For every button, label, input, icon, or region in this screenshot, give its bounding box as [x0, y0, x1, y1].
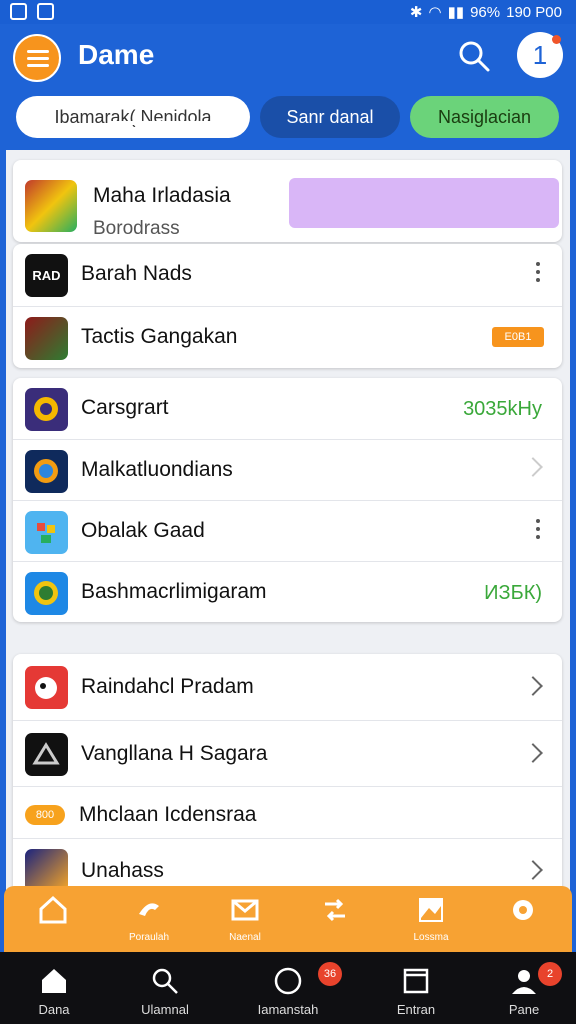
share-action[interactable] — [300, 894, 370, 932]
chevron-right-icon[interactable] — [523, 457, 543, 477]
list-item-label: Bashmacrlimigaram — [81, 580, 267, 603]
list-card-2: Carsgrart 3035kHy Malkatluondians Obalak… — [13, 378, 562, 622]
nav-circle[interactable]: Iamanstah 36 — [238, 962, 342, 1017]
notification-dot — [552, 35, 561, 44]
list-item-label: Obalak Gaad — [81, 519, 205, 542]
settings-action[interactable] — [488, 894, 558, 932]
wifi-icon: ◠ — [428, 4, 442, 21]
content-list[interactable]: Maha Irladasia Borodrass RAD Barah Nads … — [6, 150, 570, 890]
list-item[interactable]: Obalak Gaad — [13, 500, 562, 563]
app-icon — [25, 388, 68, 431]
gear-icon — [513, 900, 533, 920]
signal-icon: ▮▮ — [447, 4, 465, 21]
nav-badge: 36 — [318, 962, 342, 986]
list-item-label: Mhclaan Icdensraa — [79, 803, 257, 826]
user-icon — [512, 970, 536, 994]
tag-badge: E0B1 — [492, 327, 544, 347]
bottom-nav: Dana Ulamnal Iamanstah 36 Entran Pane 2 — [0, 952, 576, 1024]
mail-icon — [231, 899, 259, 921]
gallery-action[interactable]: Lossma — [396, 894, 466, 943]
featured-card[interactable]: Maha Irladasia Borodrass — [13, 160, 562, 242]
bluetooth-icon: ✱ — [409, 4, 423, 21]
list-item-label: Malkatluondians — [81, 458, 233, 481]
app-title: Dame — [78, 39, 155, 70]
app-icon — [25, 317, 68, 360]
tab-indicator — [110, 121, 237, 125]
nav-badge: 2 — [538, 962, 562, 986]
list-item[interactable]: Raindahcl Pradam — [13, 654, 562, 720]
chevron-right-icon[interactable] — [523, 860, 543, 880]
profile-avatar[interactable]: 1 — [517, 32, 563, 78]
clock: 190 P00 — [506, 3, 562, 21]
list-item-label: Tactis Gangakan — [81, 325, 238, 348]
search-icon — [152, 968, 178, 994]
nav-home[interactable]: Dana — [4, 966, 104, 1017]
menu-button[interactable] — [13, 34, 61, 82]
list-item[interactable]: Unahass — [13, 838, 562, 890]
promo-banner[interactable] — [289, 178, 559, 228]
tab-primary[interactable]: Ibamarak( Nenidola — [16, 96, 250, 138]
window-icon — [403, 968, 429, 994]
battery-text: 96% — [470, 3, 501, 21]
home-action[interactable] — [18, 894, 88, 932]
list-item-label: Barah Nads — [81, 262, 192, 285]
app-icon — [25, 511, 68, 554]
list-card-3: Raindahcl Pradam Vangllana H Sagara 800 … — [13, 654, 562, 890]
list-item[interactable]: Vangllana H Sagara — [13, 720, 562, 787]
home-icon — [39, 895, 67, 924]
mail-action[interactable]: Naenal — [210, 894, 280, 943]
list-item-label: Raindahcl Pradam — [81, 675, 254, 698]
action-bar: Poraulah Naenal Lossma — [4, 886, 572, 952]
app-icon — [25, 666, 68, 709]
tab-secondary[interactable]: Sanr danal — [260, 96, 400, 138]
tab-tertiary[interactable]: Nasiglacian — [410, 96, 559, 138]
list-item[interactable]: 800 Mhclaan Icdensraa — [13, 786, 562, 839]
featured-title: Maha Irladasia — [93, 184, 231, 207]
avatar-initial: 1 — [532, 40, 548, 70]
circle-icon — [274, 967, 302, 995]
gallery-icon — [37, 3, 54, 20]
nav-recent[interactable]: Entran — [366, 966, 466, 1017]
notification-icon — [10, 3, 27, 20]
list-item-label: Vangllana H Sagara — [81, 742, 268, 765]
featured-app-icon — [25, 180, 77, 232]
list-card-1: RAD Barah Nads Tactis Gangakan E0B1 — [13, 244, 562, 368]
count-pill: 800 — [25, 805, 65, 825]
call-action[interactable]: Poraulah — [114, 894, 184, 943]
app-icon-rad: RAD — [25, 254, 68, 297]
search-icon — [459, 41, 490, 72]
list-item-value: ИЗБК) — [484, 582, 542, 604]
search-button[interactable] — [456, 38, 492, 74]
phone-icon — [139, 903, 159, 916]
list-item[interactable]: Tactis Gangakan E0B1 — [13, 306, 562, 369]
list-item[interactable]: Malkatluondians — [13, 439, 562, 502]
list-item-label: Unahass — [81, 859, 164, 882]
list-item-label: Carsgrart — [81, 396, 169, 419]
chevron-right-icon[interactable] — [523, 676, 543, 696]
app-icon — [25, 733, 68, 776]
nav-profile[interactable]: Pane 2 — [474, 962, 574, 1017]
app-icon — [25, 849, 68, 890]
featured-subtitle: Borodrass — [93, 218, 180, 239]
app-header: Dame 1 Ibamarak( Nenidola Sanr danal Nas… — [0, 24, 576, 152]
list-item-value: 3035kHy — [463, 398, 542, 420]
more-icon[interactable] — [536, 519, 540, 543]
app-icon — [25, 572, 68, 615]
chevron-right-icon[interactable] — [523, 743, 543, 763]
app-icon — [25, 450, 68, 493]
list-item[interactable]: RAD Barah Nads — [13, 244, 562, 306]
home-icon — [42, 969, 66, 993]
nav-search[interactable]: Ulamnal — [115, 966, 215, 1017]
status-bar: ✱ ◠ ▮▮ 96% 190 P00 — [0, 0, 576, 24]
share-icon — [325, 898, 345, 922]
list-item[interactable]: Carsgrart 3035kHy — [13, 378, 562, 440]
image-icon — [419, 898, 443, 922]
more-icon[interactable] — [536, 262, 540, 286]
list-item[interactable]: Bashmacrlimigaram ИЗБК) — [13, 561, 562, 624]
